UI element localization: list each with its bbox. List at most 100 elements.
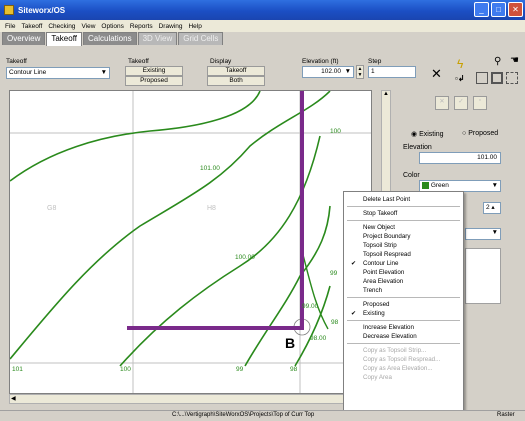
grid-cell-label: H8 xyxy=(207,205,216,212)
contour-label: 100 xyxy=(330,128,341,135)
contour-line[interactable] xyxy=(10,91,261,182)
menu-bar: File Takeoff Checking View Options Repor… xyxy=(0,20,525,32)
menu-item-label: Decrease Elevation xyxy=(363,333,417,340)
menu-item-contour-line[interactable]: ✔ Contour Line xyxy=(344,259,463,268)
step-input[interactable]: 1 xyxy=(368,66,416,78)
menu-item-label: Area Elevation xyxy=(363,278,404,285)
contour-line[interactable] xyxy=(10,91,331,360)
existing-radio-label: Existing xyxy=(419,131,444,138)
panel-tool-button[interactable]: ✓ xyxy=(454,96,468,110)
menu-item-delete-last-point[interactable]: Delete Last Point xyxy=(344,195,463,204)
menu-item-label: Delete Last Point xyxy=(363,196,411,203)
menu-item-label: Increase Elevation xyxy=(363,324,414,331)
menu-item-topsoil-respread[interactable]: Topsoil Respread xyxy=(344,250,463,259)
menu-item-existing[interactable]: ✔ Existing xyxy=(344,309,463,318)
tab-3d-view[interactable]: 3D View xyxy=(137,32,178,45)
contour-line[interactable] xyxy=(301,250,329,330)
panel-tool-button[interactable]: ✕ xyxy=(435,96,449,110)
takeoff-toolbar: Takeoff Contour Line ▼ Takeoff Existing … xyxy=(0,46,525,90)
scroll-up-icon[interactable]: ▲ xyxy=(383,91,389,97)
panel-tool-button[interactable]: ▫ xyxy=(473,96,487,110)
zoom-extents-icon[interactable] xyxy=(491,72,503,84)
existing-radio[interactable]: ◉ Existing xyxy=(411,130,444,138)
cancel-x-icon[interactable]: ✕ xyxy=(431,66,442,82)
display-label: Display xyxy=(210,58,232,65)
existing-toggle[interactable]: Existing xyxy=(125,66,183,76)
menu-item-topsoil-strip[interactable]: Topsoil Strip xyxy=(344,241,463,250)
menu-item-copy-topsoil-respread[interactable]: Copy as Topsoil Respread... xyxy=(344,355,463,364)
menu-item-label: Proposed xyxy=(363,301,390,308)
contour-label: 99.00 xyxy=(302,303,319,310)
menu-item-label: Copy as Topsoil Strip... xyxy=(363,347,427,354)
display-takeoff-toggle[interactable]: Takeoff xyxy=(207,66,265,76)
panel-spin-input[interactable]: 2 ▴ xyxy=(483,202,501,214)
menu-separator xyxy=(347,343,460,344)
panel-elevation-input[interactable]: 101.00 xyxy=(419,152,501,164)
drawing-canvas[interactable]: 101.00 100.00 99.00 98.00 100 99 98 101 … xyxy=(9,90,372,394)
tab-takeoff[interactable]: Takeoff xyxy=(46,32,82,46)
panel-list[interactable] xyxy=(465,248,501,304)
scroll-left-icon[interactable]: ◀ xyxy=(11,395,16,402)
menu-item-copy-area[interactable]: Copy Area xyxy=(344,373,463,382)
horizontal-scrollbar[interactable]: ◀ xyxy=(9,394,372,404)
panel-select[interactable]: ▼ xyxy=(465,228,501,240)
menu-item-copy-area-elevation[interactable]: Copy as Area Elevation... xyxy=(344,364,463,373)
menu-item-trench[interactable]: Trench xyxy=(344,286,463,295)
close-button[interactable]: ✕ xyxy=(508,2,523,17)
menu-checking[interactable]: Checking xyxy=(45,23,78,30)
menu-item-label: Topsoil Respread xyxy=(363,251,411,258)
pan-hand-icon[interactable]: ☚ xyxy=(510,55,519,66)
tab-calculations[interactable]: Calculations xyxy=(83,32,137,45)
menu-takeoff[interactable]: Takeoff xyxy=(18,23,45,30)
menu-item-increase-elevation[interactable]: Increase Elevation xyxy=(344,323,463,332)
display-both-toggle[interactable]: Both xyxy=(207,76,265,86)
menu-item-point-elevation[interactable]: Point Elevation xyxy=(344,268,463,277)
status-mode: Raster xyxy=(497,412,515,418)
takeoff-type-select[interactable]: Contour Line ▼ xyxy=(6,67,110,79)
elevation-spinner[interactable]: ▲ ▼ xyxy=(356,65,364,79)
snap-icon[interactable]: ▫↲ xyxy=(455,74,465,83)
menu-item-proposed[interactable]: Proposed xyxy=(344,300,463,309)
zoom-icon[interactable]: ⚲ xyxy=(494,56,501,67)
app-icon xyxy=(4,5,14,15)
proposed-radio[interactable]: ○ Proposed xyxy=(462,130,498,137)
status-bar: C:\...\Vertigraph\SiteWorxOS\Projects\To… xyxy=(0,410,525,421)
menu-options[interactable]: Options xyxy=(98,23,126,30)
menu-item-project-boundary[interactable]: Project Boundary xyxy=(344,232,463,241)
maximize-button[interactable]: □ xyxy=(491,2,506,17)
contour-label: 98.00 xyxy=(310,335,327,342)
menu-item-copy-topsoil-strip[interactable]: Copy as Topsoil Strip... xyxy=(344,346,463,355)
menu-file[interactable]: File xyxy=(2,23,18,30)
zoom-previous-icon[interactable] xyxy=(506,72,518,84)
proposed-toggle[interactable]: Proposed xyxy=(125,76,183,86)
menu-item-stop-takeoff[interactable]: Stop Takeoff xyxy=(344,209,463,218)
menu-item-decrease-elevation[interactable]: Decrease Elevation xyxy=(344,332,463,341)
contour-line[interactable] xyxy=(119,135,321,367)
panel-color-label: Color xyxy=(403,172,420,179)
menu-drawing[interactable]: Drawing xyxy=(156,23,186,30)
menu-item-label: Copy as Topsoil Respread... xyxy=(363,356,441,363)
tab-grid-cells[interactable]: Grid Cells xyxy=(178,32,224,45)
elevation-select[interactable]: 102.00 ▼ xyxy=(302,66,354,78)
menu-reports[interactable]: Reports xyxy=(127,23,156,30)
menu-view[interactable]: View xyxy=(78,23,98,30)
menu-item-label: Copy Area xyxy=(363,374,392,381)
menu-separator xyxy=(347,320,460,321)
color-select-value: Green xyxy=(430,182,449,189)
minimize-button[interactable]: _ xyxy=(474,2,489,17)
menu-help[interactable]: Help xyxy=(185,23,204,30)
panel-elevation-label: Elevation xyxy=(403,144,432,151)
menu-separator xyxy=(347,220,460,221)
tab-overview[interactable]: Overview xyxy=(2,32,46,45)
lightning-icon[interactable]: ϟ xyxy=(457,57,463,71)
context-menu: Delete Last Point Stop Takeoff New Objec… xyxy=(343,191,464,421)
menu-item-area-elevation[interactable]: Area Elevation xyxy=(344,277,463,286)
menu-item-label: Topsoil Strip xyxy=(363,242,397,249)
menu-item-new-object[interactable]: New Object xyxy=(344,223,463,232)
tab-bar: Overview Takeoff Calculations 3D View Gr… xyxy=(0,32,224,46)
check-icon: ✔ xyxy=(351,310,357,317)
color-swatch xyxy=(422,181,429,189)
window-title: Siteworx/OS xyxy=(18,5,66,15)
zoom-window-icon[interactable] xyxy=(476,72,488,84)
contour-drawing[interactable]: 101.00 100.00 99.00 98.00 100 99 98 101 … xyxy=(10,91,372,394)
